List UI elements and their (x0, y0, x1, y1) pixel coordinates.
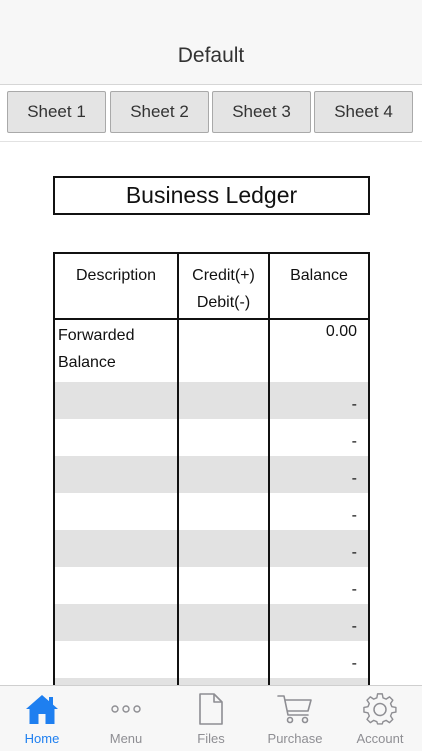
table-row[interactable]: Forwarded Balance 0.00 (55, 318, 368, 382)
column-header-label: Debit(-) (196, 294, 251, 311)
table-row[interactable] (55, 678, 368, 685)
row-balance: - (351, 581, 357, 598)
row-balance: - (351, 396, 357, 413)
column-header-balance: Balance (270, 262, 368, 289)
house-icon (0, 692, 84, 726)
tabbar-label: Files (197, 731, 225, 746)
row-description-text: Balance (58, 354, 116, 371)
ledger-title[interactable]: Business Ledger (53, 176, 370, 215)
row-balance: - (351, 470, 357, 487)
bottom-tab-bar: Home Menu Files Purchase Account (0, 685, 422, 751)
tab-sheet-2[interactable]: Sheet 2 (110, 91, 209, 133)
table-row[interactable]: - (55, 419, 368, 456)
gear-icon (338, 692, 422, 726)
row-balance: - (351, 655, 357, 672)
tabbar-item-menu[interactable]: Menu (84, 686, 168, 751)
column-header-credit-debit: Credit(+) Debit(-) (179, 262, 268, 316)
row-balance: - (351, 618, 357, 635)
tabbar-label: Account (356, 731, 404, 746)
row-balance: - (351, 544, 357, 561)
tab-sheet-3[interactable]: Sheet 3 (212, 91, 311, 133)
column-divider (268, 254, 270, 685)
tabbar-label: Home (24, 731, 60, 746)
page-title: Default (177, 44, 245, 67)
row-balance: - (351, 433, 357, 450)
column-header-label: Balance (290, 267, 348, 284)
column-header-label: Credit(+) (192, 267, 255, 284)
tabbar-item-purchase[interactable]: Purchase (253, 686, 337, 751)
column-header-label: Description (75, 267, 157, 284)
tabbar-item-account[interactable]: Account (338, 686, 422, 751)
table-row[interactable]: - (55, 641, 368, 678)
table-row[interactable]: - (55, 604, 368, 641)
document-icon (169, 692, 253, 726)
ellipsis-icon (84, 692, 168, 726)
row-description-text: Forwarded (58, 327, 135, 344)
table-row[interactable]: - (55, 493, 368, 530)
cart-icon (253, 692, 337, 726)
column-divider (177, 254, 179, 685)
table-row[interactable]: - (55, 530, 368, 567)
tab-sheet-4[interactable]: Sheet 4 (314, 91, 413, 133)
row-balance: - (351, 507, 357, 524)
table-row[interactable]: - (55, 382, 368, 419)
table-row[interactable]: - (55, 456, 368, 493)
tabbar-item-home[interactable]: Home (0, 686, 84, 751)
column-header-description: Description (55, 262, 177, 289)
tab-sheet-1[interactable]: Sheet 1 (7, 91, 106, 133)
table-header-row: Description Credit(+) Debit(-) Balance (55, 254, 368, 320)
row-balance: 0.00 (325, 323, 357, 340)
tabbar-label: Purchase (267, 731, 323, 746)
sheet-tabs: Sheet 1 Sheet 2 Sheet 3 Sheet 4 (0, 85, 422, 142)
row-description[interactable]: Forwarded Balance (58, 322, 175, 376)
tabbar-label: Menu (109, 731, 143, 746)
ledger-table: Description Credit(+) Debit(-) Balance F… (53, 252, 370, 685)
table-row[interactable]: - (55, 567, 368, 604)
tabbar-item-files[interactable]: Files (169, 686, 253, 751)
navigation-bar: Default (0, 0, 422, 85)
